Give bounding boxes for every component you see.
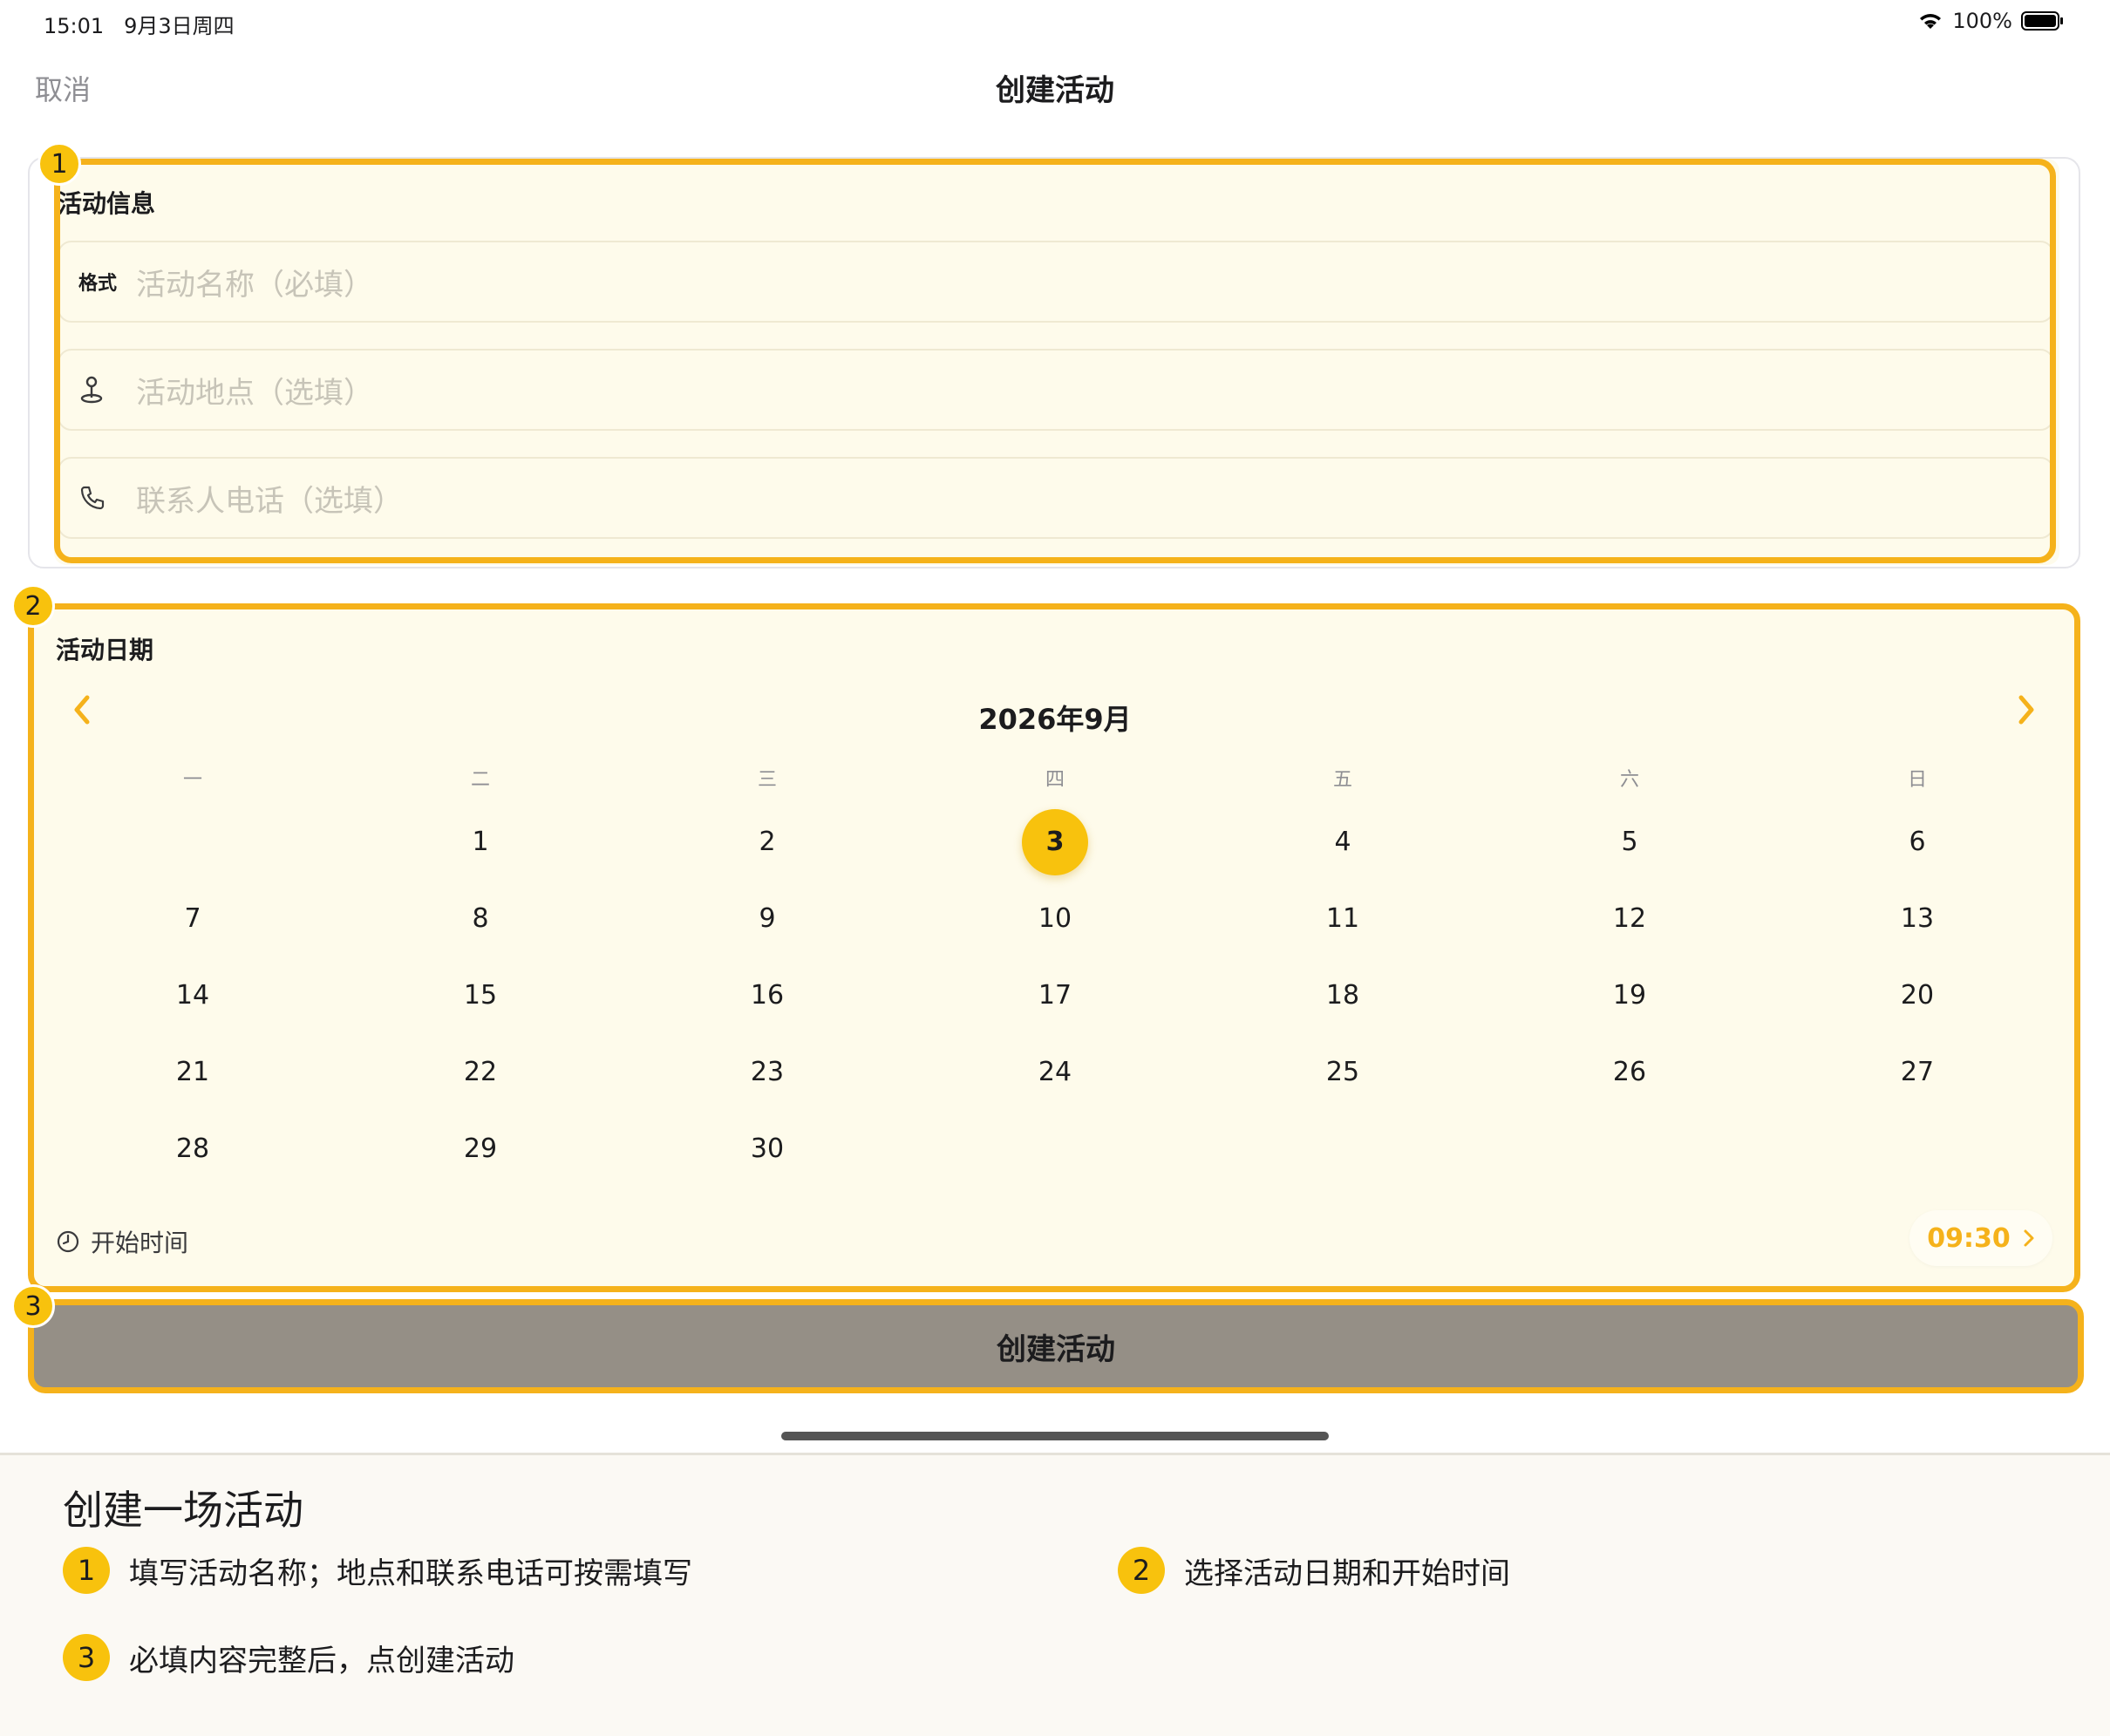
instruction-item: 2 选择活动日期和开始时间 [1118, 1547, 1510, 1594]
instruction-number: 3 [63, 1634, 110, 1681]
instructions-panel [0, 1453, 2110, 1736]
weekday-label: 六 [1619, 769, 1639, 791]
home-indicator [781, 1432, 1329, 1440]
start-time-label: 开始时间 [91, 1229, 189, 1257]
calendar-day[interactable]: 25 [1290, 1055, 1395, 1090]
page-title: 创建活动 [996, 73, 1114, 108]
activity-date-title: 活动日期 [56, 636, 154, 664]
calendar-day[interactable]: 5 [1577, 825, 1682, 860]
step-marker-2: 2 [11, 584, 55, 628]
calendar-day[interactable]: 13 [1865, 902, 1970, 936]
start-time-row: 开始时间 [56, 1224, 188, 1259]
calendar-day[interactable]: 27 [1865, 1055, 1970, 1090]
calendar-day-selected[interactable]: 3 [1003, 825, 1107, 860]
instruction-number: 1 [63, 1547, 110, 1594]
calendar-day[interactable]: 21 [140, 1055, 245, 1090]
start-time-picker[interactable]: 09:30 [1909, 1210, 2052, 1266]
calendar-day[interactable]: 6 [1865, 825, 1970, 860]
weekday-label: 三 [757, 769, 777, 791]
calendar-day[interactable]: 2 [715, 825, 820, 860]
create-activity-button[interactable]: 创建活动 [28, 1299, 2084, 1393]
chevron-right-icon [2024, 1229, 2034, 1247]
weekday-label: 日 [1907, 769, 1927, 791]
instruction-item: 3 必填内容完整后，点创建活动 [63, 1634, 514, 1681]
status-date: 9月3日周四 [124, 14, 235, 38]
calendar-day[interactable]: 30 [715, 1132, 820, 1167]
weekday-label: 一 [182, 769, 202, 791]
calendar-day[interactable]: 26 [1577, 1055, 1682, 1090]
status-time: 15:01 [44, 14, 105, 38]
calendar-day[interactable]: 28 [140, 1132, 245, 1167]
calendar-day[interactable]: 10 [1003, 902, 1107, 936]
battery-percent: 100% [1952, 9, 2012, 33]
highlight-box-1 [54, 159, 2056, 563]
calendar-day[interactable]: 17 [1003, 978, 1107, 1013]
status-bar-time: 15:01 9月3日周四 [44, 9, 235, 39]
calendar-day[interactable]: 29 [428, 1132, 533, 1167]
chevron-right-icon [2018, 695, 2034, 725]
calendar-day[interactable]: 23 [715, 1055, 820, 1090]
instruction-text: 选择活动日期和开始时间 [1184, 1556, 1510, 1591]
step-marker-3: 3 [11, 1284, 55, 1328]
calendar-month-label: 2026年9月 [978, 703, 1132, 736]
calendar-day[interactable]: 19 [1577, 978, 1682, 1013]
clock-icon [57, 1230, 79, 1253]
calendar-day[interactable]: 7 [140, 902, 245, 936]
calendar-day[interactable]: 20 [1865, 978, 1970, 1013]
calendar-day[interactable]: 9 [715, 902, 820, 936]
calendar-day[interactable]: 12 [1577, 902, 1682, 936]
battery-icon [2021, 11, 2063, 31]
instruction-text: 必填内容完整后，点创建活动 [129, 1643, 514, 1678]
calendar-day[interactable]: 11 [1290, 902, 1395, 936]
weekday-label: 四 [1045, 769, 1065, 791]
wifi-icon [1920, 14, 1942, 29]
calendar-day[interactable]: 1 [428, 825, 533, 860]
instructions-title: 创建一场活动 [63, 1487, 303, 1534]
calendar-day[interactable]: 15 [428, 978, 533, 1013]
weekday-label: 五 [1332, 769, 1352, 791]
start-time-value: 09:30 [1927, 1222, 2011, 1254]
instruction-text: 填写活动名称；地点和联系电话可按需填写 [129, 1556, 692, 1591]
calendar-day[interactable]: 14 [140, 978, 245, 1013]
instruction-item: 1 填写活动名称；地点和联系电话可按需填写 [63, 1547, 692, 1594]
status-bar-right: 100% [1917, 9, 2065, 33]
calendar-day[interactable]: 16 [715, 978, 820, 1013]
weekday-label: 二 [470, 769, 490, 791]
instruction-number: 2 [1118, 1547, 1165, 1594]
calendar-day[interactable]: 22 [428, 1055, 533, 1090]
calendar-day[interactable]: 18 [1290, 978, 1395, 1013]
calendar-day[interactable]: 8 [428, 902, 533, 936]
calendar-day[interactable]: 24 [1003, 1055, 1107, 1090]
calendar-day[interactable]: 4 [1290, 825, 1395, 860]
next-month-button[interactable] [2014, 692, 2039, 737]
step-marker-1: 1 [37, 142, 81, 186]
